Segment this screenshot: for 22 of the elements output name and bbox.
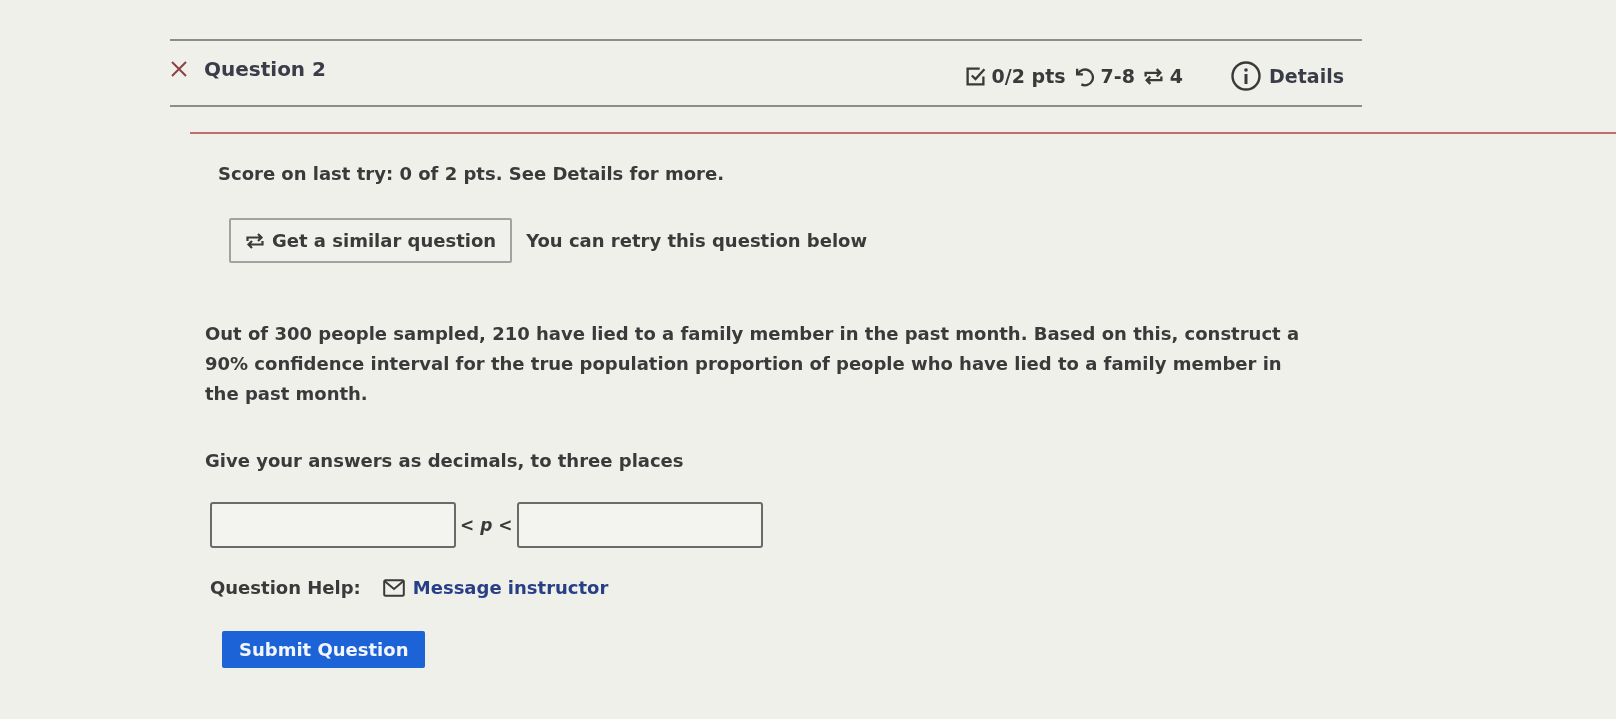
retry-note: You can retry this question below (526, 230, 868, 251)
answer-field[interactable] (516, 502, 763, 548)
swap-arrows-icon (245, 230, 265, 251)
question-help-label: Question Help: (210, 577, 361, 598)
similar-question-button[interactable]: Get a similar question (229, 218, 513, 263)
score-message: Score on last try: 0 of 2 pts. See Details for more. (218, 162, 725, 186)
question-title: Question 2 (204, 57, 326, 81)
submit-button[interactable]: Submit Question (222, 631, 426, 668)
checked-box-icon (964, 65, 986, 87)
inequality-text: < p < (460, 515, 513, 535)
instruction-text: Give your answers as decimals, to three places (205, 449, 685, 473)
mail-icon (382, 578, 405, 597)
versions-text: 4 (1169, 65, 1184, 87)
answer-field[interactable] (210, 502, 456, 548)
score-text: 0/2 pts (991, 65, 1066, 87)
swap-arrows-icon (1142, 65, 1164, 87)
attempts-text: 7-8 (1100, 65, 1135, 87)
details-link[interactable]: Details (1269, 65, 1344, 87)
info-icon[interactable] (1231, 61, 1262, 91)
message-instructor-link[interactable]: Message instructor (412, 577, 609, 598)
circular-arrow-icon (1073, 65, 1095, 87)
question-text: Out of 300 people sampled, 210 have lied to a family member in the past month. Based on this, construct a 90% confidence interval for the true population proportion of people who have lied to a family member in the past month. (205, 322, 1301, 406)
